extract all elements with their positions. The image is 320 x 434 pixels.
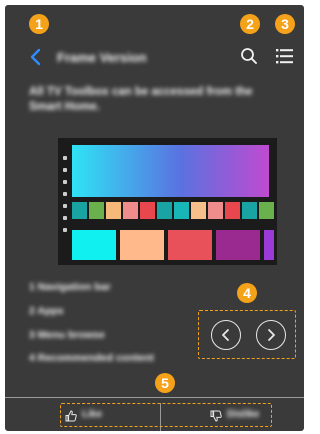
hero-banner — [72, 145, 269, 197]
back-button[interactable] — [29, 48, 43, 66]
app-tile — [123, 202, 138, 219]
callout-4: 4 — [237, 283, 257, 303]
footer-divider — [5, 397, 304, 398]
thumbs-up-icon — [65, 410, 77, 422]
callout-1: 1 — [29, 14, 49, 34]
app-tile — [72, 202, 87, 219]
content-row — [72, 230, 277, 260]
chevron-right-icon — [268, 329, 275, 341]
step-2-text: 2 Apps — [29, 305, 64, 317]
app-tile — [106, 202, 121, 219]
step-3-text: 3 Menu browse — [29, 329, 105, 341]
description-text: All TV Toolbox can be accessed from the … — [29, 86, 253, 113]
dislike-label: Dislike — [227, 409, 260, 420]
app-screen: Frame Version All TV Toolbox can be acce… — [5, 5, 304, 431]
search-icon — [241, 48, 257, 64]
thumbs-down-icon — [210, 410, 222, 422]
like-label: Like — [82, 409, 103, 420]
chevron-left-icon — [222, 329, 229, 341]
previous-button[interactable] — [211, 320, 241, 350]
app-tile — [259, 202, 274, 219]
app-tile — [242, 202, 257, 219]
content-tile — [120, 230, 164, 260]
callout-5: 5 — [155, 373, 175, 393]
search-button[interactable] — [240, 47, 258, 65]
app-tile — [157, 202, 172, 219]
app-tile — [191, 202, 206, 219]
content-tile — [168, 230, 212, 260]
next-button[interactable] — [256, 320, 286, 350]
app-tile — [140, 202, 155, 219]
tv-screen-illustration — [58, 138, 277, 265]
list-menu-icon — [276, 49, 293, 64]
callout-2: 2 — [240, 14, 260, 34]
app-tile — [208, 202, 223, 219]
app-row — [72, 202, 277, 219]
dislike-button[interactable]: Dislike — [210, 407, 272, 425]
step-1-text: 1 Navigation bar — [29, 281, 111, 293]
app-tile — [225, 202, 240, 219]
menu-button[interactable] — [276, 48, 294, 64]
app-tile — [89, 202, 104, 219]
content-tile — [216, 230, 260, 260]
callout-3: 3 — [275, 14, 295, 34]
like-button[interactable]: Like — [65, 407, 135, 425]
chevron-left-icon — [30, 48, 41, 66]
app-tile — [174, 202, 189, 219]
content-tile — [264, 230, 274, 260]
side-nav-dots — [62, 156, 68, 236]
content-tile — [72, 230, 116, 260]
step-4-text: 4 Recommended content — [29, 352, 154, 364]
page-title: Frame Version — [57, 50, 147, 65]
